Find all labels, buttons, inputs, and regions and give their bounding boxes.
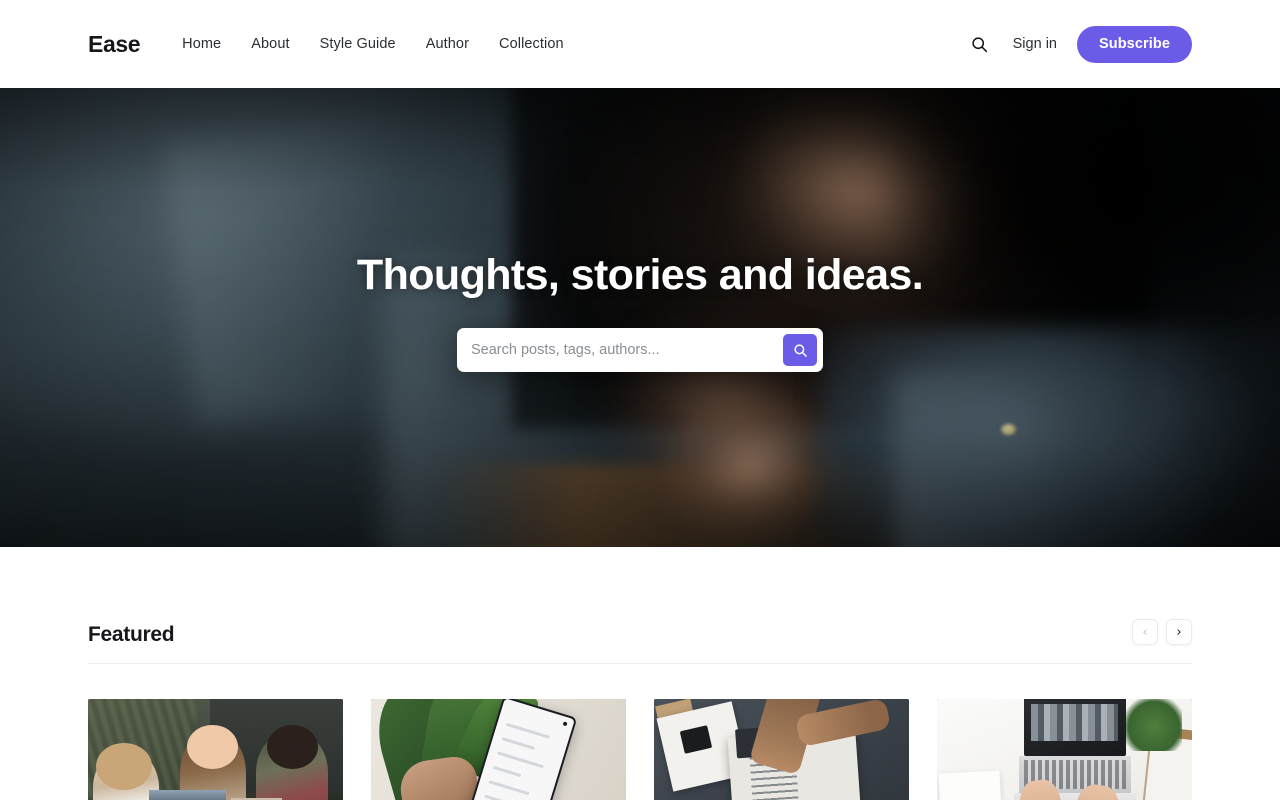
carousel-next-label: › [1176,626,1181,639]
header-actions: Sign in Subscribe [967,26,1192,63]
card-thumbnail-phone-plant [371,699,626,800]
nav-item-collection[interactable]: Collection [499,36,564,52]
search-submit-button[interactable] [783,334,817,366]
hero-search-bar[interactable] [457,328,823,372]
featured-header: Featured ‹ › [88,547,1192,664]
featured-card[interactable] [88,699,343,800]
hero-content: Thoughts, stories and ideas. [0,88,1280,547]
nav-item-style-guide[interactable]: Style Guide [320,36,396,52]
featured-card[interactable] [371,699,626,800]
featured-title: Featured [88,623,174,647]
search-icon[interactable] [967,31,993,57]
featured-card[interactable] [937,699,1192,800]
card-thumbnail-overhead-laptop [937,699,1192,800]
sign-in-link[interactable]: Sign in [1013,36,1057,52]
card-thumbnail-people-laptop [88,699,343,800]
hero-section: Thoughts, stories and ideas. [0,88,1280,547]
chevron-right-icon[interactable]: › [1166,619,1192,645]
carousel-navigation: ‹ › [1132,619,1192,645]
nav-item-home[interactable]: Home [182,36,221,52]
nav-item-author[interactable]: Author [426,36,469,52]
carousel-prev-label: ‹ [1142,626,1147,639]
subscribe-button[interactable]: Subscribe [1077,26,1192,63]
brand-logo[interactable]: Ease [88,31,140,58]
card-thumbnail-clipboard-desk [654,699,909,800]
hero-title: Thoughts, stories and ideas. [357,252,923,299]
featured-section: Featured ‹ › [0,547,1280,800]
featured-card-grid [88,699,1192,800]
featured-card[interactable] [654,699,909,800]
main-navigation: Home About Style Guide Author Collection [182,36,564,52]
site-header: Ease Home About Style Guide Author Colle… [0,0,1280,88]
chevron-left-icon[interactable]: ‹ [1132,619,1158,645]
nav-item-about[interactable]: About [251,36,289,52]
search-input[interactable] [457,328,783,372]
